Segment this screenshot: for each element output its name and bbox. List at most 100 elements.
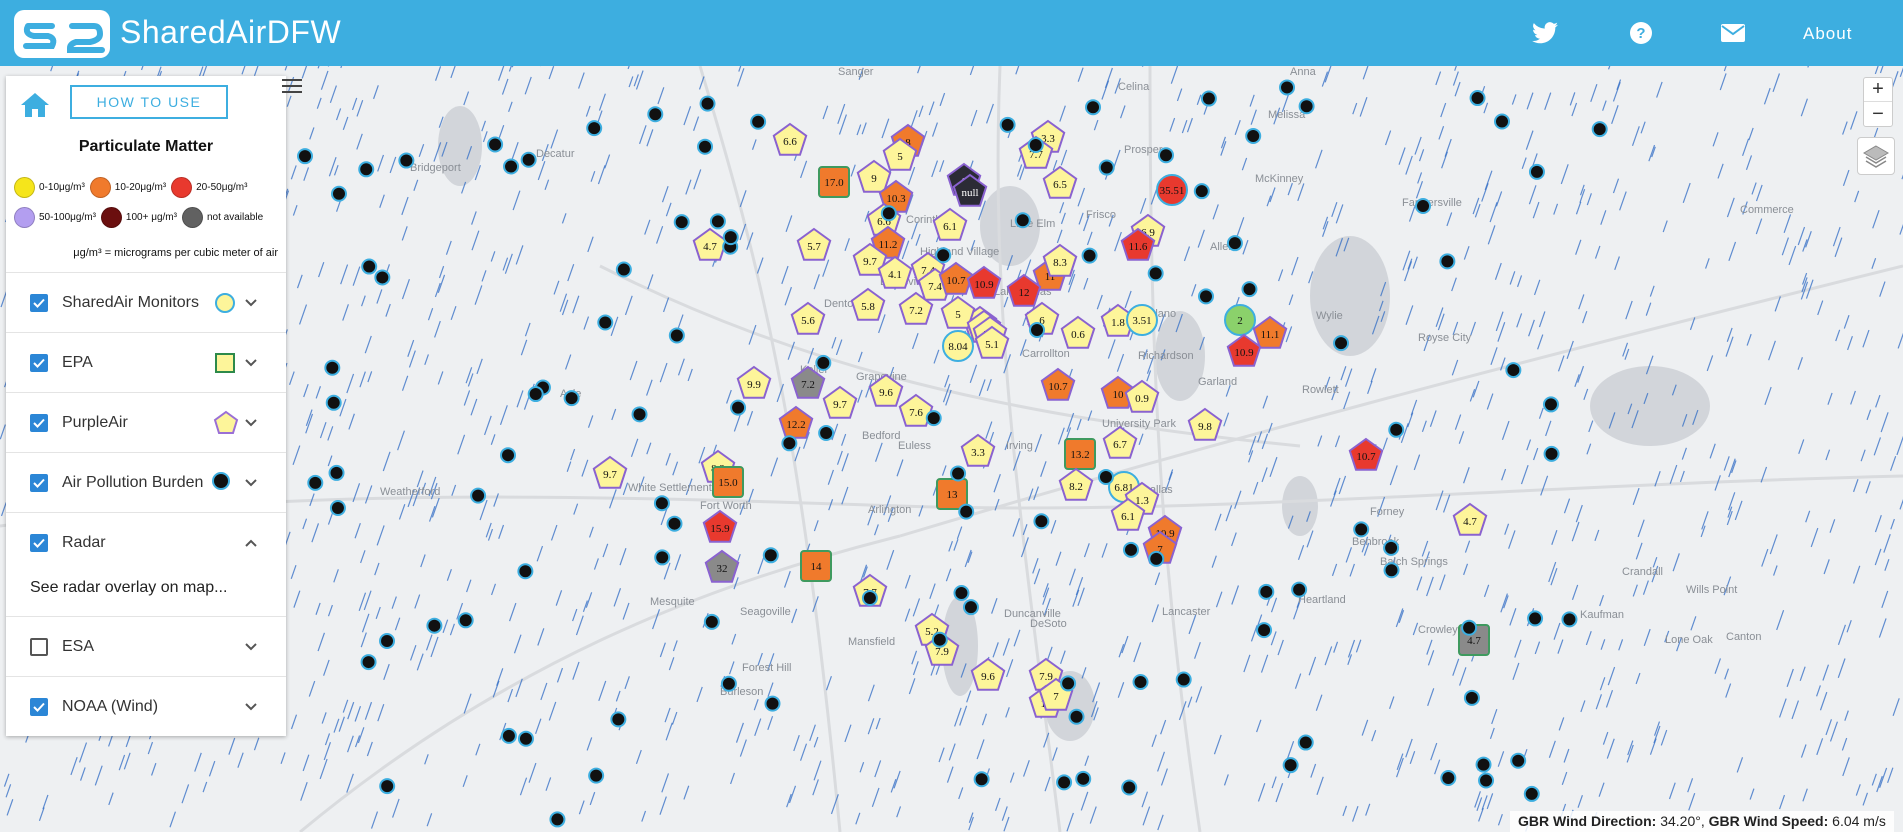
burden-marker[interactable] — [818, 424, 835, 441]
burden-marker[interactable] — [1200, 90, 1217, 107]
burden-marker[interactable] — [588, 767, 605, 784]
sensor-marker-pa[interactable]: 8.3 — [1042, 243, 1078, 277]
burden-marker[interactable] — [1542, 396, 1559, 413]
burden-marker[interactable] — [1068, 708, 1085, 725]
sensor-marker-epa[interactable]: 13.2 — [1064, 438, 1096, 470]
sensor-marker-pa[interactable]: 12 — [1006, 273, 1042, 307]
sensor-marker-pa[interactable]: 10.9 — [966, 265, 1002, 299]
burden-marker[interactable] — [307, 474, 324, 491]
hamburger-menu-icon[interactable] — [282, 78, 302, 94]
burden-marker[interactable] — [1085, 99, 1102, 116]
sensor-marker-pa[interactable]: 5.8 — [850, 287, 886, 321]
burden-marker[interactable] — [1056, 774, 1073, 791]
burden-marker[interactable] — [653, 495, 670, 512]
sensor-marker-pa[interactable]: 8.2 — [1058, 467, 1094, 501]
burden-marker[interactable] — [781, 435, 798, 452]
burden-marker[interactable] — [1415, 197, 1432, 214]
sensor-marker-epa[interactable]: 14 — [800, 550, 832, 582]
noaa-wind-checkbox[interactable] — [30, 697, 48, 716]
sensor-marker-pa[interactable]: 10.9 — [1226, 333, 1262, 367]
sensor-marker-pa[interactable]: 9.6 — [868, 373, 904, 407]
sensor-marker-sa[interactable]: 35.51 — [1156, 174, 1188, 206]
burden-marker[interactable] — [1298, 98, 1315, 115]
burden-marker[interactable] — [586, 120, 603, 137]
sensor-marker-pa[interactable]: 9.6 — [970, 657, 1006, 691]
sensor-marker-pa[interactable]: 3.3 — [960, 433, 996, 467]
burden-marker[interactable] — [379, 778, 396, 795]
sensor-marker-epa[interactable]: 15.0 — [712, 466, 744, 498]
burden-marker[interactable] — [999, 116, 1016, 133]
layers-button[interactable] — [1857, 137, 1895, 175]
layer-row-purpleair[interactable]: PurpleAir — [6, 392, 286, 452]
layer-row-sharedair[interactable]: SharedAir Monitors — [6, 272, 286, 332]
chevron-up-icon[interactable] — [244, 538, 258, 548]
burden-marker[interactable] — [563, 390, 580, 407]
burden-marker[interactable] — [1122, 541, 1139, 558]
burden-marker[interactable] — [720, 675, 737, 692]
burden-marker[interactable] — [358, 161, 375, 178]
sensor-marker-pa[interactable]: 9 — [856, 159, 892, 193]
burden-marker[interactable] — [962, 599, 979, 616]
burden-marker[interactable] — [487, 136, 504, 153]
burden-marker[interactable] — [1029, 321, 1046, 338]
layer-row-noaa-wind[interactable]: NOAA (Wind) — [6, 676, 286, 736]
sensor-marker-sa[interactable]: 8.04 — [942, 330, 974, 362]
sharedair-checkbox[interactable] — [30, 293, 48, 312]
burden-marker[interactable] — [762, 547, 779, 564]
chevron-down-icon[interactable] — [244, 298, 258, 308]
zoom-in-button[interactable]: + — [1864, 78, 1892, 102]
burden-marker[interactable] — [722, 229, 739, 246]
burden-marker[interactable] — [1060, 675, 1077, 692]
burden-marker[interactable] — [1523, 785, 1540, 802]
layer-row-air-pollution-burden[interactable]: Air Pollution Burden — [6, 452, 286, 512]
burden-marker[interactable] — [1461, 619, 1478, 636]
burden-marker[interactable] — [1147, 265, 1164, 282]
burden-marker[interactable] — [1121, 779, 1138, 796]
burden-marker[interactable] — [324, 359, 341, 376]
purpleair-checkbox[interactable] — [30, 413, 48, 432]
burden-marker[interactable] — [861, 590, 878, 607]
sensor-marker-epa[interactable]: 17.0 — [818, 166, 850, 198]
burden-marker[interactable] — [631, 406, 648, 423]
burden-marker[interactable] — [709, 213, 726, 230]
burden-marker[interactable] — [730, 399, 747, 416]
burden-marker[interactable] — [1333, 335, 1350, 352]
burden-marker[interactable] — [1241, 281, 1258, 298]
burden-marker[interactable] — [1297, 734, 1314, 751]
burden-marker[interactable] — [1282, 757, 1299, 774]
burden-marker[interactable] — [1440, 770, 1457, 787]
burden-marker[interactable] — [520, 151, 537, 168]
air-pollution-burden-checkbox[interactable] — [30, 473, 48, 492]
burden-marker[interactable] — [1256, 622, 1273, 639]
sensor-marker-pa[interactable]: 6.5 — [1042, 165, 1078, 199]
burden-marker[interactable] — [1226, 235, 1243, 252]
burden-marker[interactable] — [500, 447, 517, 464]
sensor-marker-pa[interactable]: 7.2 — [790, 365, 826, 399]
burden-marker[interactable] — [360, 654, 377, 671]
burden-marker[interactable] — [880, 205, 897, 222]
sensor-marker-sa[interactable]: 2 — [1224, 304, 1256, 336]
chevron-down-icon[interactable] — [244, 358, 258, 368]
burden-marker[interactable] — [549, 811, 566, 828]
sensor-marker-pa[interactable]: 10.7 — [1348, 437, 1384, 471]
sensor-marker-pa[interactable]: 9.7 — [592, 455, 628, 489]
chevron-down-icon[interactable] — [244, 642, 258, 652]
burden-marker[interactable] — [503, 158, 520, 175]
burden-marker[interactable] — [1193, 183, 1210, 200]
burden-marker[interactable] — [1075, 770, 1092, 787]
burden-marker[interactable] — [1383, 562, 1400, 579]
burden-marker[interactable] — [647, 106, 664, 123]
sensor-marker-pa[interactable]: 15.9 — [702, 509, 738, 543]
esa-checkbox[interactable] — [30, 637, 48, 656]
burden-marker[interactable] — [361, 258, 378, 275]
sensor-marker-pa[interactable]: 6.6 — [772, 122, 808, 156]
burden-marker[interactable] — [697, 138, 714, 155]
burden-marker[interactable] — [1258, 583, 1275, 600]
burden-marker[interactable] — [925, 410, 942, 427]
sensor-marker-pa[interactable]: 32 — [704, 549, 740, 583]
how-to-use-button[interactable]: HOW TO USE — [70, 85, 228, 119]
burden-marker[interactable] — [1543, 445, 1560, 462]
burden-marker[interactable] — [1505, 362, 1522, 379]
sensor-marker-pa[interactable]: 9.9 — [736, 365, 772, 399]
burden-marker[interactable] — [699, 95, 716, 112]
